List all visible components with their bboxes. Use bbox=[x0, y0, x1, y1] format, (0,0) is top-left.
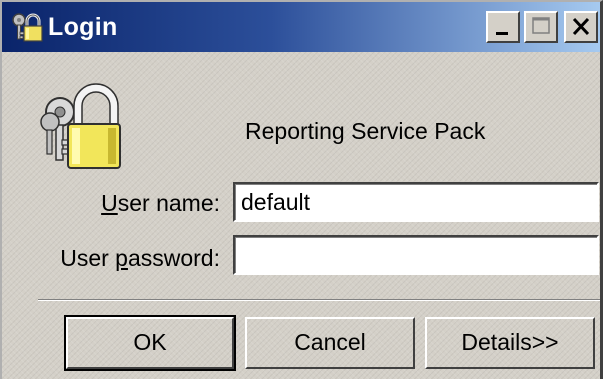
minimize-button[interactable] bbox=[486, 11, 520, 43]
user-password-input[interactable] bbox=[233, 235, 599, 275]
window-title: Login bbox=[48, 13, 118, 41]
close-button[interactable] bbox=[564, 11, 598, 43]
login-dialog: Login Reporting Service Pack User name: … bbox=[0, 0, 603, 379]
maximize-icon bbox=[532, 17, 550, 34]
user-password-label: User password: bbox=[60, 245, 220, 271]
close-icon bbox=[572, 17, 590, 36]
user-name-label: User name: bbox=[101, 190, 220, 216]
app-name: Reporting Service Pack bbox=[245, 118, 486, 144]
separator-line bbox=[38, 299, 600, 301]
user-name-input[interactable] bbox=[233, 182, 599, 222]
dialog-body: Reporting Service Pack User name: User p… bbox=[2, 52, 600, 379]
title-bar[interactable]: Login bbox=[2, 2, 600, 52]
lock-with-keys-icon bbox=[40, 83, 121, 169]
maximize-button[interactable] bbox=[524, 11, 558, 43]
minimize-icon bbox=[496, 32, 508, 35]
details-button[interactable]: Details>> bbox=[425, 317, 595, 369]
cancel-button[interactable]: Cancel bbox=[245, 317, 415, 369]
keys-lock-icon bbox=[12, 13, 43, 42]
ok-button[interactable]: OK bbox=[64, 315, 236, 371]
